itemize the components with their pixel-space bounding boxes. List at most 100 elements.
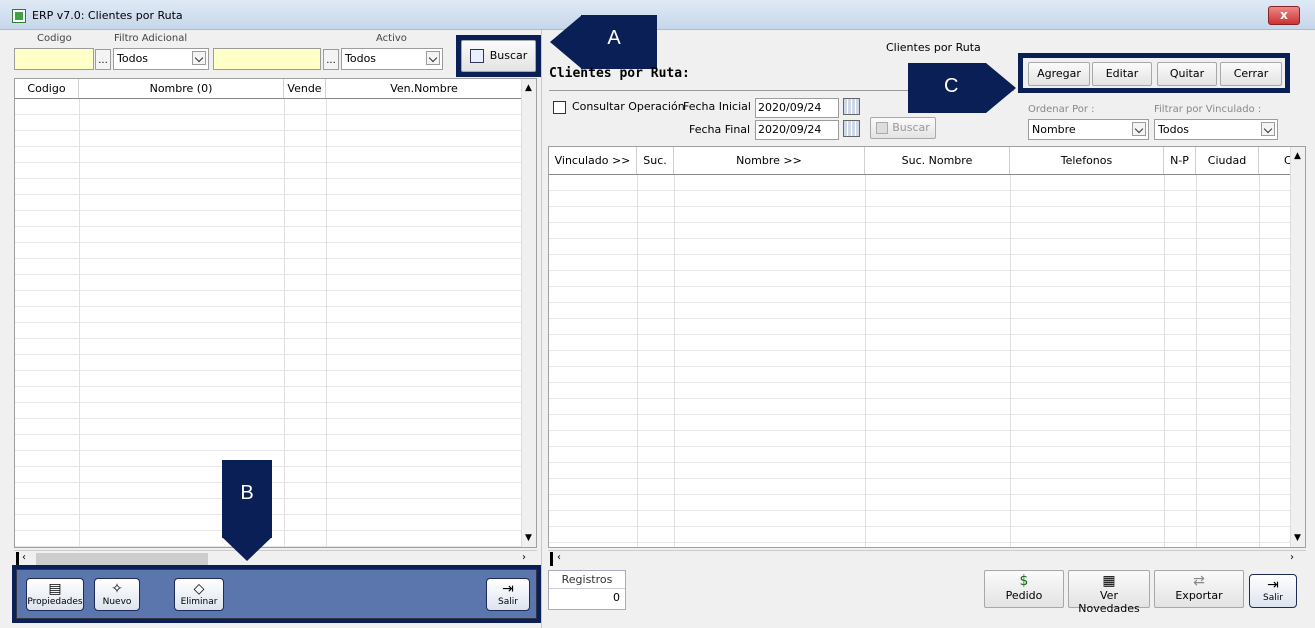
- document-icon: ▦: [1102, 573, 1116, 589]
- exit-icon: ⇥: [1267, 577, 1279, 593]
- scroll-marker: [550, 552, 553, 566]
- filtrar-label: Filtrar por Vinculado :: [1154, 104, 1262, 115]
- col-telefonos[interactable]: Telefonos: [1010, 147, 1164, 174]
- calendar-icon[interactable]: [843, 120, 860, 137]
- col-ciudad[interactable]: Ciudad: [1196, 147, 1259, 174]
- fecha-final-input[interactable]: 2020/09/24: [755, 120, 839, 140]
- left-horizontal-scrollbar[interactable]: ‹ ›: [14, 550, 537, 566]
- filtro-label: Filtro Adicional: [114, 33, 188, 44]
- callout-b-label: B: [240, 482, 254, 504]
- right-grid-header: Vinculado >> Suc. Nombre >> Suc. Nombre …: [549, 147, 1293, 175]
- consultar-checkbox[interactable]: [553, 101, 566, 114]
- eliminar-label: Eliminar: [180, 597, 218, 607]
- fecha-inicial-label: Fecha Inicial :: [683, 100, 759, 113]
- right-salir-label: Salir: [1263, 593, 1283, 603]
- panel-divider: [541, 30, 542, 628]
- grid-divider: [326, 99, 327, 547]
- right-buscar-label: Buscar: [892, 121, 930, 134]
- ordenar-label: Ordenar Por :: [1028, 104, 1095, 115]
- editar-button[interactable]: Editar: [1092, 62, 1152, 86]
- codigo-label: Codigo: [37, 33, 72, 44]
- right-caption: Clientes por Ruta: [886, 41, 981, 54]
- chevron-down-icon[interactable]: [192, 51, 206, 65]
- registros-value: 0: [613, 591, 620, 604]
- grid-divider: [637, 175, 638, 547]
- money-icon: $: [1019, 573, 1029, 589]
- chevron-up-icon[interactable]: ▲: [1294, 151, 1301, 161]
- col-vinculado[interactable]: Vinculado >>: [549, 147, 637, 174]
- col-ven-nombre[interactable]: Ven.Nombre: [326, 79, 523, 98]
- close-button[interactable]: x: [1268, 6, 1300, 25]
- eraser-icon: ◇: [193, 581, 205, 597]
- right-buscar-button[interactable]: Buscar: [870, 117, 936, 139]
- col-nombre[interactable]: Nombre (0): [79, 79, 284, 98]
- buscar-button[interactable]: Buscar: [461, 40, 536, 72]
- right-grid-rows: [549, 175, 1290, 547]
- col-suc-nombre[interactable]: Suc. Nombre: [865, 147, 1010, 174]
- window-title: ERP v7.0: Clientes por Ruta: [32, 9, 183, 22]
- left-salir-label: Salir: [498, 597, 518, 607]
- agregar-button[interactable]: Agregar: [1028, 62, 1090, 86]
- exit-icon: ⇥: [502, 581, 514, 597]
- col-vende[interactable]: Vende: [284, 79, 326, 98]
- codigo-lookup-button[interactable]: ...: [95, 49, 111, 70]
- calendar-icon[interactable]: [843, 98, 860, 115]
- right-grid[interactable]: Vinculado >> Suc. Nombre >> Suc. Nombre …: [548, 146, 1306, 548]
- nuevo-button[interactable]: ✧ Nuevo: [94, 578, 140, 611]
- chevron-right-icon[interactable]: ›: [1290, 552, 1294, 563]
- ver-novedades-label: Ver Novedades: [1078, 589, 1140, 615]
- col-codigo[interactable]: Codigo: [15, 79, 79, 98]
- chevron-down-icon[interactable]: [1261, 122, 1275, 136]
- filtrar-value: Todos: [1158, 123, 1190, 136]
- activo-label: Activo: [376, 33, 407, 44]
- chevron-right-icon[interactable]: ›: [522, 552, 526, 563]
- quitar-button[interactable]: Quitar: [1157, 62, 1217, 86]
- chevron-left-icon[interactable]: ‹: [557, 552, 561, 563]
- grid-divider: [1196, 175, 1197, 547]
- grid-divider: [1010, 175, 1011, 547]
- left-grid[interactable]: Codigo Nombre (0) Vende Ven.Nombre ▲ ▼: [14, 78, 537, 548]
- filtro-text-input[interactable]: [213, 48, 321, 70]
- chevron-left-icon[interactable]: ‹: [22, 552, 26, 563]
- filtrar-select[interactable]: Todos: [1154, 119, 1278, 140]
- codigo-input[interactable]: [14, 48, 94, 70]
- grid-divider: [79, 99, 80, 547]
- chevron-down-icon[interactable]: ▼: [525, 533, 532, 543]
- scroll-thumb[interactable]: [36, 553, 208, 565]
- col-c[interactable]: C: [1259, 147, 1293, 174]
- registros-label: Registros: [561, 573, 613, 586]
- activo-select[interactable]: Todos: [341, 48, 443, 70]
- filtro-select[interactable]: Todos: [113, 48, 209, 70]
- chevron-up-icon[interactable]: ▲: [525, 83, 532, 93]
- scroll-marker: [16, 552, 19, 566]
- buscar-label: Buscar: [489, 49, 528, 62]
- cerrar-button[interactable]: Cerrar: [1220, 62, 1282, 86]
- left-grid-header: Codigo Nombre (0) Vende Ven.Nombre: [15, 79, 523, 99]
- callout-a-label: A: [607, 27, 621, 49]
- title-bar: [0, 0, 1315, 30]
- col-suc[interactable]: Suc.: [637, 147, 674, 174]
- exportar-button[interactable]: ⇄ Exportar: [1154, 570, 1244, 608]
- col-n-p[interactable]: N-P: [1164, 147, 1196, 174]
- pedido-button[interactable]: $ Pedido: [984, 570, 1064, 608]
- right-horizontal-scrollbar[interactable]: ‹ ›: [548, 550, 1306, 566]
- right-salir-button[interactable]: ⇥ Salir: [1249, 574, 1297, 608]
- right-vertical-scrollbar[interactable]: ▲ ▼: [1290, 147, 1305, 547]
- ordenar-select[interactable]: Nombre: [1028, 119, 1149, 140]
- filtro-lookup-button[interactable]: ...: [323, 49, 339, 70]
- propiedades-label: Propiedades: [27, 597, 83, 607]
- ver-novedades-button[interactable]: ▦ Ver Novedades: [1068, 570, 1150, 615]
- chevron-down-icon[interactable]: [1132, 122, 1146, 136]
- chevron-down-icon[interactable]: ▼: [1294, 533, 1301, 543]
- pedido-label: Pedido: [1005, 589, 1043, 602]
- fecha-inicial-input[interactable]: 2020/09/24: [755, 98, 839, 118]
- chevron-down-icon[interactable]: [426, 51, 440, 65]
- propiedades-button[interactable]: ▤ Propiedades: [26, 578, 84, 611]
- callout-c: C: [908, 63, 986, 113]
- eliminar-button[interactable]: ◇ Eliminar: [174, 578, 224, 611]
- left-vertical-scrollbar[interactable]: ▲ ▼: [521, 79, 536, 547]
- search-icon: [469, 49, 484, 63]
- col-nombre[interactable]: Nombre >>: [674, 147, 865, 174]
- left-salir-button[interactable]: ⇥ Salir: [486, 578, 530, 611]
- right-heading: Clientes por Ruta:: [549, 66, 690, 81]
